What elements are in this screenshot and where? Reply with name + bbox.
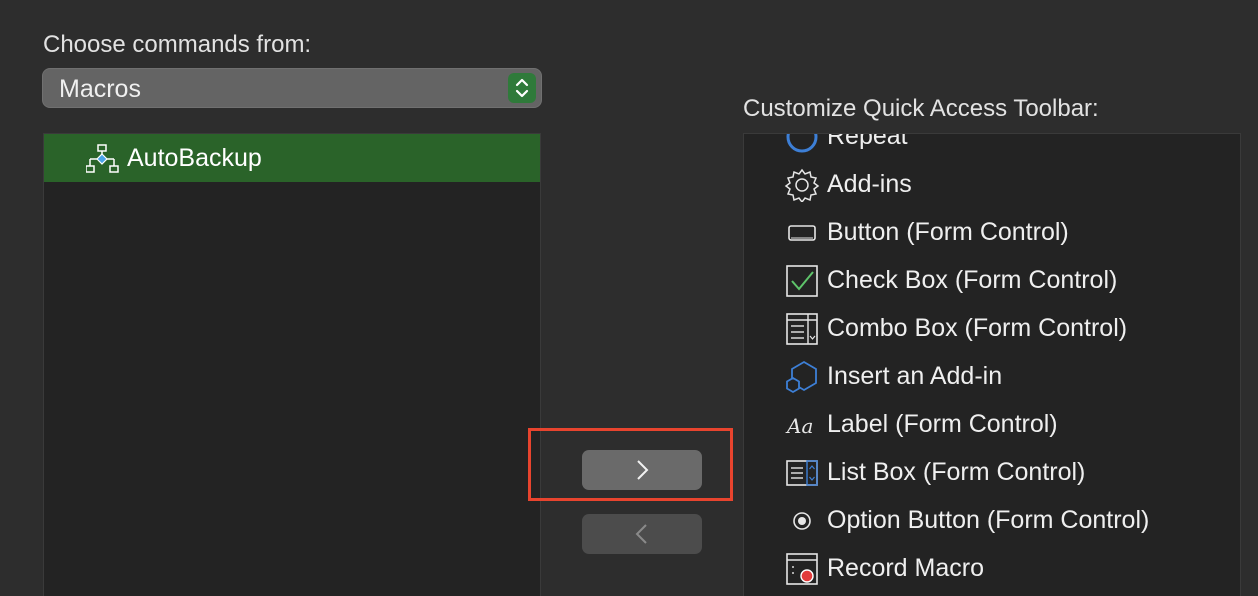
list-item-list-box[interactable]: List Box (Form Control) [744,448,1240,496]
radio-button-icon [784,504,820,538]
label-aa-icon: Aa [784,408,820,442]
customize-toolbar-label: Customize Quick Access Toolbar: [743,95,1099,122]
item-label: Button (Form Control) [827,218,1069,246]
choose-commands-label: Choose commands from: [43,31,312,58]
item-label: Add-ins [827,170,912,198]
list-item-autobackup[interactable]: AutoBackup [44,134,540,182]
list-item-button-form-control[interactable]: Button (Form Control) [744,208,1240,256]
list-item-insert-add-in[interactable]: Insert an Add-in [744,352,1240,400]
list-item-combo-box[interactable]: Combo Box (Form Control) [744,304,1240,352]
item-label: Combo Box (Form Control) [827,314,1128,342]
select-value: Macros [59,75,141,103]
item-label: Label (Form Control) [827,410,1058,438]
available-commands-list[interactable]: AutoBackup [43,133,541,596]
item-label: Check Box (Form Control) [827,266,1118,294]
list-item-check-box[interactable]: Check Box (Form Control) [744,256,1240,304]
checkbox-icon [784,264,820,298]
list-item-option-button[interactable]: Option Button (Form Control) [744,496,1240,544]
customize-toolbar-dialog: Choose commands from: Macros AutoBackup … [0,0,1258,596]
list-box-icon [784,456,820,490]
record-macro-icon [784,552,820,586]
hexagon-addin-icon [784,360,820,394]
macro-flowchart-icon [85,144,120,174]
repeat-icon [784,134,820,154]
item-label: Record Macro [827,554,984,582]
item-label: List Box (Form Control) [827,458,1086,486]
gear-icon [784,168,820,204]
combo-box-icon [784,312,820,346]
list-item-label: AutoBackup [127,144,262,172]
item-label: Option Button (Form Control) [827,506,1150,534]
list-item-repeat[interactable]: Repeat [744,133,1240,160]
button-control-icon [784,216,820,250]
chevron-up-down-icon[interactable] [508,73,536,103]
chevron-left-icon [635,524,647,544]
toolbar-commands-list[interactable]: Repeat Add-ins Button (Form Control) Che… [743,133,1241,596]
commands-source-select[interactable]: Macros [42,68,542,108]
list-item-record-macro[interactable]: Record Macro [744,544,1240,592]
item-label: Repeat [827,133,908,150]
list-item-label-form-control[interactable]: Aa Label (Form Control) [744,400,1240,448]
remove-command-button[interactable] [582,514,702,554]
item-label: Insert an Add-in [827,362,1003,390]
highlight-annotation-box [528,428,733,501]
list-item-add-ins[interactable]: Add-ins [744,160,1240,208]
svg-text:Aa: Aa [785,414,813,438]
